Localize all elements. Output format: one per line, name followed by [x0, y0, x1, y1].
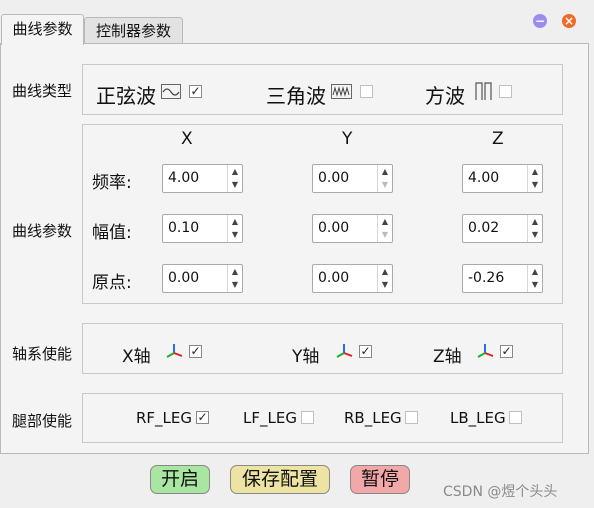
sine-wave-checkbox[interactable]: ✓ — [189, 85, 202, 98]
triangle-wave-icon — [331, 84, 352, 99]
spin-up-icon[interactable]: ▲ — [228, 215, 242, 228]
spin-down-icon[interactable]: ▼ — [378, 278, 392, 291]
leg-enable-label: 腿部使能 — [12, 412, 73, 430]
triangle-wave-label: 三角波 — [266, 84, 326, 108]
amplitude-label: 幅值: — [92, 223, 132, 243]
curve-params-label: 曲线参数 — [12, 222, 73, 240]
pause-button[interactable]: 暂停 — [350, 465, 410, 494]
square-wave-label: 方波 — [425, 84, 465, 108]
y-axis-checkbox[interactable]: ✓ — [359, 345, 372, 358]
y-axis-label: Y轴 — [292, 347, 320, 367]
frequency-z-spinbox[interactable]: 4.00 ▲ ▼ — [462, 164, 543, 193]
spin-down-icon[interactable]: ▼ — [528, 278, 542, 291]
rf-leg-checkbox[interactable]: ✓ — [196, 411, 209, 424]
lb-leg-checkbox[interactable] — [509, 411, 522, 424]
rf-leg-label: RF_LEG — [136, 409, 193, 427]
origin-y-value: 0.00 — [318, 270, 350, 286]
spin-up-icon[interactable]: ▲ — [528, 165, 542, 178]
z-axis-label: Z轴 — [433, 347, 462, 367]
axis-icon — [166, 344, 183, 358]
amplitude-x-spinbox[interactable]: 0.10 ▲ ▼ — [162, 214, 243, 243]
origin-z-spinbox[interactable]: -0.26 ▲ ▼ — [462, 264, 543, 293]
origin-label: 原点: — [92, 273, 132, 293]
spin-down-icon[interactable]: ▼ — [528, 228, 542, 241]
spin-down-icon[interactable]: ▼ — [228, 278, 242, 291]
rb-leg-label: RB_LEG — [344, 409, 402, 427]
frequency-x-spinbox[interactable]: 4.00 ▲ ▼ — [162, 164, 243, 193]
spin-up-icon[interactable]: ▲ — [228, 265, 242, 278]
square-wave-icon — [475, 82, 492, 100]
spin-down-icon[interactable]: ▼ — [528, 178, 542, 191]
spin-up-icon[interactable]: ▲ — [378, 265, 392, 278]
spin-up-icon[interactable]: ▲ — [228, 165, 242, 178]
spin-up-icon[interactable]: ▲ — [378, 215, 392, 228]
axis-icon — [477, 344, 494, 358]
spin-up-icon[interactable]: ▲ — [528, 265, 542, 278]
spin-down-icon[interactable]: ▼ — [228, 178, 242, 191]
amplitude-y-spinbox[interactable]: 0.00 ▲ ▼ — [312, 214, 393, 243]
save-config-button[interactable]: 保存配置 — [230, 465, 330, 494]
amplitude-y-value: 0.00 — [318, 220, 350, 236]
curve-type-label: 曲线类型 — [12, 82, 73, 100]
sine-wave-icon — [161, 84, 181, 99]
z-header: Z — [492, 129, 504, 149]
frequency-y-value: 0.00 — [318, 170, 350, 186]
spin-down-icon[interactable]: ▼ — [378, 228, 392, 241]
sine-wave-label: 正弦波 — [96, 84, 156, 108]
triangle-wave-checkbox[interactable] — [360, 85, 373, 98]
spin-up-icon[interactable]: ▲ — [378, 165, 392, 178]
origin-x-value: 0.00 — [168, 270, 200, 286]
lf-leg-checkbox[interactable] — [301, 411, 314, 424]
origin-x-spinbox[interactable]: 0.00 ▲ ▼ — [162, 264, 243, 293]
frequency-z-value: 4.00 — [468, 170, 500, 186]
amplitude-z-spinbox[interactable]: 0.02 ▲ ▼ — [462, 214, 543, 243]
origin-z-value: -0.26 — [468, 270, 505, 286]
frequency-x-value: 4.00 — [168, 170, 200, 186]
square-wave-checkbox[interactable] — [499, 85, 512, 98]
frequency-y-spinbox[interactable]: 0.00 ▲ ▼ — [312, 164, 393, 193]
lf-leg-label: LF_LEG — [243, 409, 297, 427]
x-header: X — [181, 129, 193, 149]
spin-up-icon[interactable]: ▲ — [528, 215, 542, 228]
lb-leg-label: LB_LEG — [450, 409, 506, 427]
spin-down-icon[interactable]: ▼ — [378, 178, 392, 191]
amplitude-z-value: 0.02 — [468, 220, 500, 236]
amplitude-x-value: 0.10 — [168, 220, 200, 236]
origin-y-spinbox[interactable]: 0.00 ▲ ▼ — [312, 264, 393, 293]
frequency-label: 频率: — [92, 173, 132, 193]
spin-down-icon[interactable]: ▼ — [228, 228, 242, 241]
y-header: Y — [342, 129, 353, 149]
axis-enable-label: 轴系使能 — [12, 345, 73, 363]
rb-leg-checkbox[interactable] — [405, 411, 418, 424]
watermark: CSDN @煜个头头 — [443, 484, 558, 500]
axis-icon — [336, 344, 353, 358]
x-axis-label: X轴 — [122, 347, 151, 367]
z-axis-checkbox[interactable]: ✓ — [500, 345, 513, 358]
x-axis-checkbox[interactable]: ✓ — [189, 345, 202, 358]
start-button[interactable]: 开启 — [150, 465, 210, 494]
